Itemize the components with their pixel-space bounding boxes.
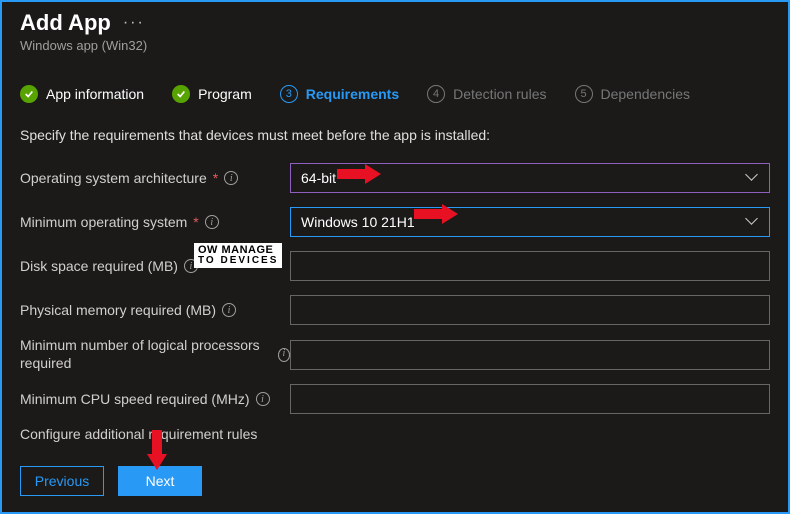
- page-title: Add App: [20, 10, 111, 36]
- previous-button[interactable]: Previous: [20, 466, 104, 496]
- field-label: Disk space required (MB): [20, 258, 178, 274]
- tab-label: Program: [198, 86, 252, 102]
- step-number-icon: 4: [427, 85, 445, 103]
- info-icon[interactable]: i: [205, 215, 219, 229]
- chevron-down-icon: [747, 172, 759, 184]
- section-description: Specify the requirements that devices mu…: [20, 127, 770, 143]
- field-label: Physical memory required (MB): [20, 302, 216, 318]
- os-architecture-select[interactable]: 64-bit: [290, 163, 770, 193]
- tab-dependencies[interactable]: 5 Dependencies: [575, 85, 691, 103]
- tab-label: Dependencies: [601, 86, 691, 102]
- required-indicator: *: [213, 170, 218, 186]
- tab-program[interactable]: Program: [172, 85, 252, 103]
- min-os-select[interactable]: Windows 10 21H1: [290, 207, 770, 237]
- step-number-icon: 5: [575, 85, 593, 103]
- check-icon: [172, 85, 190, 103]
- tab-requirements[interactable]: 3 Requirements: [280, 85, 399, 103]
- tab-label: Requirements: [306, 86, 399, 102]
- physical-memory-input[interactable]: [290, 295, 770, 325]
- tab-label: App information: [46, 86, 144, 102]
- required-indicator: *: [193, 214, 198, 230]
- next-button[interactable]: Next: [118, 466, 202, 496]
- info-icon[interactable]: i: [256, 392, 270, 406]
- more-menu-icon[interactable]: ···: [123, 14, 145, 32]
- step-number-icon: 3: [280, 85, 298, 103]
- cpu-speed-input[interactable]: [290, 384, 770, 414]
- info-icon[interactable]: i: [224, 171, 238, 185]
- wizard-tabs: App information Program 3 Requirements 4…: [20, 85, 770, 107]
- requirements-form: Operating system architecture * i 64-bit…: [20, 161, 770, 442]
- logical-processors-input[interactable]: [290, 340, 770, 370]
- page-subtitle: Windows app (Win32): [20, 38, 770, 53]
- tab-label: Detection rules: [453, 86, 546, 102]
- tab-detection-rules[interactable]: 4 Detection rules: [427, 85, 546, 103]
- field-label: Minimum CPU speed required (MHz): [20, 391, 250, 407]
- check-icon: [20, 85, 38, 103]
- info-icon[interactable]: i: [278, 348, 290, 362]
- watermark: OW MANAGE TO DEVICES: [194, 243, 282, 268]
- watermark-line2: TO DEVICES: [198, 256, 278, 266]
- disk-space-input[interactable]: [290, 251, 770, 281]
- additional-rules-heading: Configure additional requirement rules: [20, 426, 770, 442]
- select-value: Windows 10 21H1: [301, 214, 415, 230]
- field-label: Operating system architecture: [20, 170, 207, 186]
- field-label: Minimum number of logical processors req…: [20, 337, 272, 372]
- select-value: 64-bit: [301, 170, 336, 186]
- chevron-down-icon: [747, 216, 759, 228]
- field-label: Minimum operating system: [20, 214, 187, 230]
- info-icon[interactable]: i: [222, 303, 236, 317]
- tab-app-information[interactable]: App information: [20, 85, 144, 103]
